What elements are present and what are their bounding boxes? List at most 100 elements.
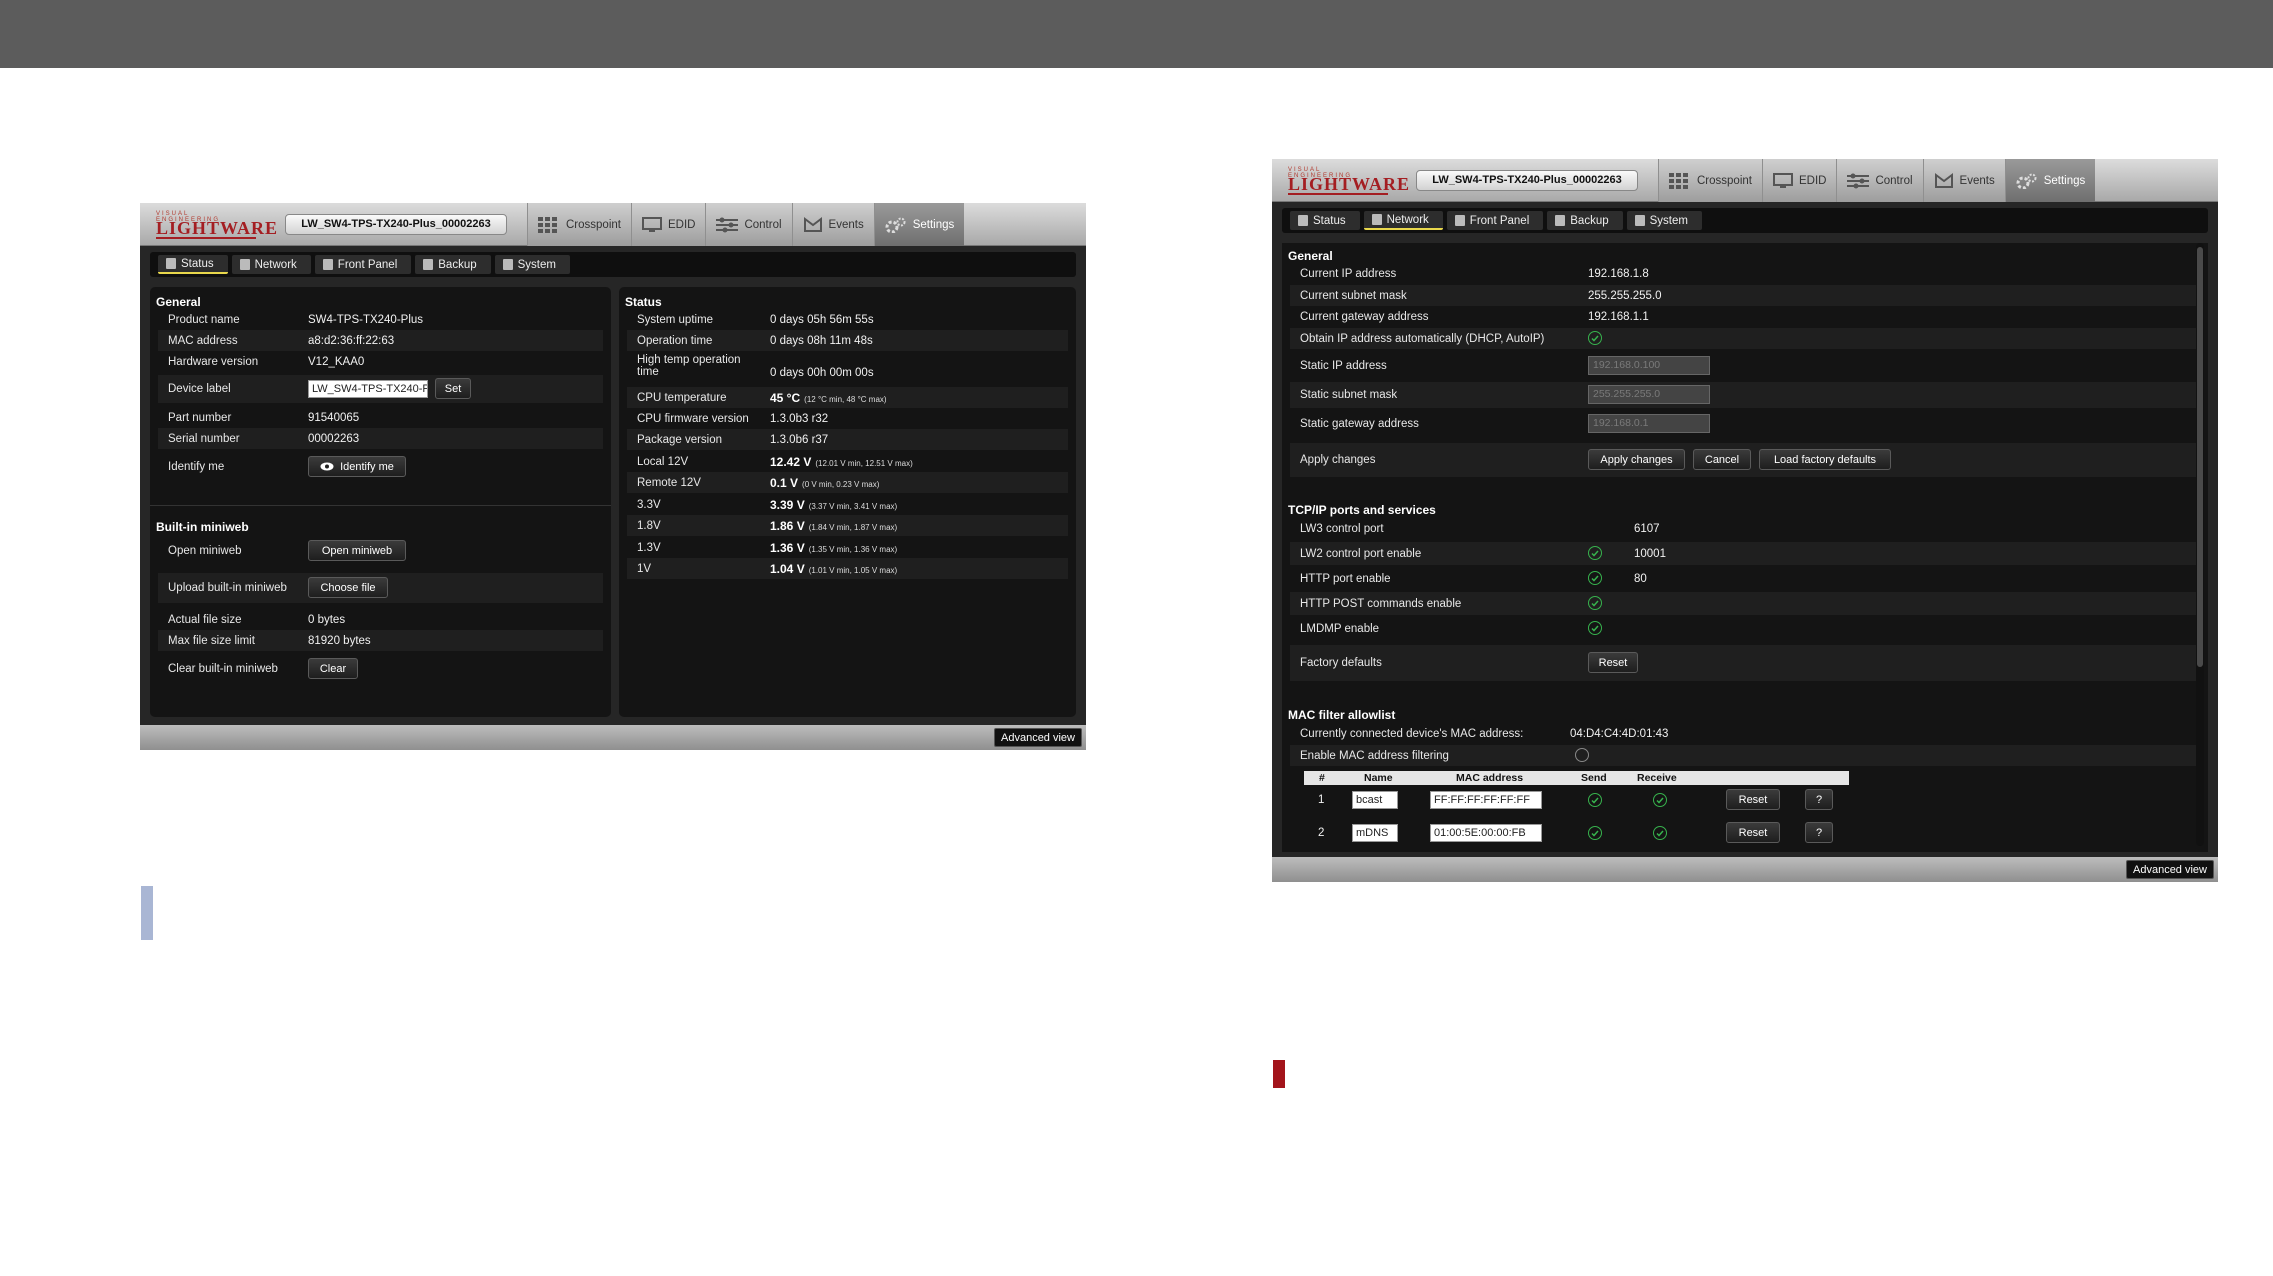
status-row: Operation time 0 days 08h 11m 48s [627, 330, 1068, 351]
subtab-system[interactable]: System [494, 255, 570, 274]
http-port-row: HTTP port enable 80 [1300, 571, 1647, 585]
clear-button[interactable]: Clear [308, 658, 358, 679]
mac-help-button[interactable]: ? [1805, 789, 1833, 810]
status-title: Status [625, 295, 662, 309]
device-label-badge: LW_SW4-TPS-TX240-Plus_00002263 [285, 214, 507, 235]
advanced-view-button[interactable]: Advanced view [994, 728, 1082, 747]
choose-file-button[interactable]: Choose file [308, 577, 388, 598]
current-subnet-row: Current subnet mask 255.255.255.0 [1290, 285, 2200, 306]
status-row: CPU temperature 45 °C (12 °C min, 48 °C ma… [627, 387, 1068, 408]
tab-control[interactable]: Control [705, 203, 792, 246]
set-button[interactable]: Set [435, 378, 471, 399]
lmdmp-checkbox[interactable] [1588, 621, 1602, 635]
cancel-button[interactable]: Cancel [1693, 449, 1751, 470]
checkmark-icon [1656, 797, 1664, 804]
tab-crosspoint[interactable]: Crosspoint [1658, 159, 1762, 202]
http-post-checkbox[interactable] [1588, 596, 1602, 610]
front-panel-icon [322, 259, 333, 270]
tab-events[interactable]: Events [791, 203, 874, 246]
static-gateway-input[interactable]: 192.168.0.1 [1588, 414, 1710, 433]
checkmark-icon [1591, 830, 1599, 837]
load-factory-defaults-button[interactable]: Load factory defaults [1759, 449, 1891, 470]
lightware-logo: VISUAL ENGINEERING LIGHTWARE [156, 211, 279, 239]
footer-bar: Advanced view [1272, 857, 2218, 882]
mac-current-row: Currently connected device's MAC address… [1300, 727, 1669, 740]
open-miniweb-row: Open miniweb Open miniweb [158, 537, 603, 565]
mac-name-input[interactable]: bcast [1352, 791, 1398, 809]
send-checkbox[interactable] [1588, 793, 1602, 807]
lw2-enable-checkbox[interactable] [1588, 546, 1602, 560]
static-ip-row: Static IP address 192.168.0.100 [1290, 353, 2200, 379]
gear-icon [2016, 173, 2037, 189]
subtab-front-panel[interactable]: Front Panel [1446, 211, 1544, 230]
mac-address-input[interactable]: 01:00:5E:00:00:FB [1430, 824, 1542, 842]
miniweb-title: Built-in miniweb [156, 520, 249, 534]
status-row: 1V 1.04 V (1.01 V min, 1.05 V max) [627, 558, 1068, 579]
tab-settings[interactable]: Settings [873, 203, 965, 246]
mac-reset-button[interactable]: Reset [1726, 789, 1780, 810]
tab-edid[interactable]: EDID [630, 203, 706, 246]
tab-control[interactable]: Control [1836, 159, 1923, 202]
send-checkbox[interactable] [1588, 826, 1602, 840]
mac-name-input[interactable]: mDNS [1352, 824, 1398, 842]
advanced-view-button[interactable]: Advanced view [2126, 860, 2214, 879]
table-row: 1 bcast FF:FF:FF:FF:FF:FF Reset ? [1290, 788, 2200, 812]
status-row: CPU firmware version 1.3.0b3 r32 [637, 412, 829, 425]
current-gateway-row: Current gateway address 192.168.1.1 [1300, 310, 1649, 323]
tab-settings[interactable]: Settings [2004, 159, 2096, 202]
subtab-backup[interactable]: Backup [415, 255, 491, 274]
receive-checkbox[interactable] [1653, 793, 1667, 807]
settings-subtabs: Status Network Front Panel Backup System [150, 252, 1076, 277]
mac-help-button[interactable]: ? [1805, 822, 1833, 843]
monitor-icon [641, 216, 662, 232]
apply-changes-button[interactable]: Apply changes [1588, 449, 1685, 470]
divider [150, 505, 611, 506]
network-screenshot: VISUAL ENGINEERING LIGHTWARE LW_SW4-TPS-… [1272, 159, 2218, 882]
open-miniweb-button[interactable]: Open miniweb [308, 540, 406, 561]
sliders-icon [716, 217, 739, 232]
tab-events[interactable]: Events [1922, 159, 2005, 202]
network-icon [239, 259, 250, 270]
reset-factory-button[interactable]: Reset [1588, 652, 1638, 673]
general-panel: General Product name SW4-TPS-TX240-Plus M… [150, 287, 611, 717]
subtab-status[interactable]: Status [1290, 211, 1360, 230]
gear-icon [885, 217, 906, 233]
mac-reset-button[interactable]: Reset [1726, 822, 1780, 843]
network-general-title: General [1288, 249, 1333, 263]
mac-address-input[interactable]: FF:FF:FF:FF:FF:FF [1430, 791, 1542, 809]
static-subnet-input[interactable]: 255.255.255.0 [1588, 385, 1710, 404]
checkmark-icon [1591, 575, 1599, 582]
identify-me-button[interactable]: Identify me [308, 456, 406, 477]
mac-filter-checkbox[interactable] [1575, 748, 1589, 762]
vertical-scrollbar[interactable] [2196, 243, 2204, 846]
mac-table-header: # Name MAC address Send Receive [1304, 771, 1849, 785]
tab-crosspoint[interactable]: Crosspoint [527, 203, 631, 246]
mac-filter-title: MAC filter allowlist [1288, 708, 1396, 722]
serial-number-row: Serial number 00002263 [158, 428, 603, 449]
mac-enable-row: Enable MAC address filtering [1290, 745, 2200, 766]
tcp-title: TCP/IP ports and services [1288, 503, 1436, 517]
current-ip-row: Current IP address 192.168.1.8 [1300, 267, 1649, 280]
subtab-front-panel[interactable]: Front Panel [314, 255, 412, 274]
subtab-backup[interactable]: Backup [1547, 211, 1623, 230]
status-row: Local 12V 12.42 V (12.01 V min, 12.51 V ma… [637, 454, 913, 469]
device-label-input[interactable]: LW_SW4-TPS-TX240-P [308, 380, 428, 398]
upload-miniweb-row: Upload built-in miniweb Choose file [158, 573, 603, 603]
lw3-port-row: LW3 control port 6107 [1300, 522, 1660, 535]
subtab-network[interactable]: Network [231, 255, 311, 274]
subtab-system[interactable]: System [1626, 211, 1702, 230]
subtab-status[interactable]: Status [158, 255, 228, 274]
http-enable-checkbox[interactable] [1588, 571, 1602, 585]
tab-edid[interactable]: EDID [1761, 159, 1837, 202]
dhcp-checkbox[interactable] [1588, 331, 1602, 345]
receive-checkbox[interactable] [1653, 826, 1667, 840]
identify-me-row: Identify me Identify me [158, 453, 603, 481]
product-name-row: Product name SW4-TPS-TX240-Plus [168, 313, 424, 326]
note-marker [141, 886, 153, 940]
lw2-port-row: LW2 control port enable 10001 [1290, 542, 2200, 565]
info-icon [166, 258, 176, 269]
subtab-network[interactable]: Network [1363, 211, 1443, 230]
static-ip-input[interactable]: 192.168.0.100 [1588, 356, 1710, 375]
scrollbar-thumb[interactable] [2197, 247, 2203, 667]
settings-subtabs: Status Network Front Panel Backup System [1282, 208, 2208, 233]
